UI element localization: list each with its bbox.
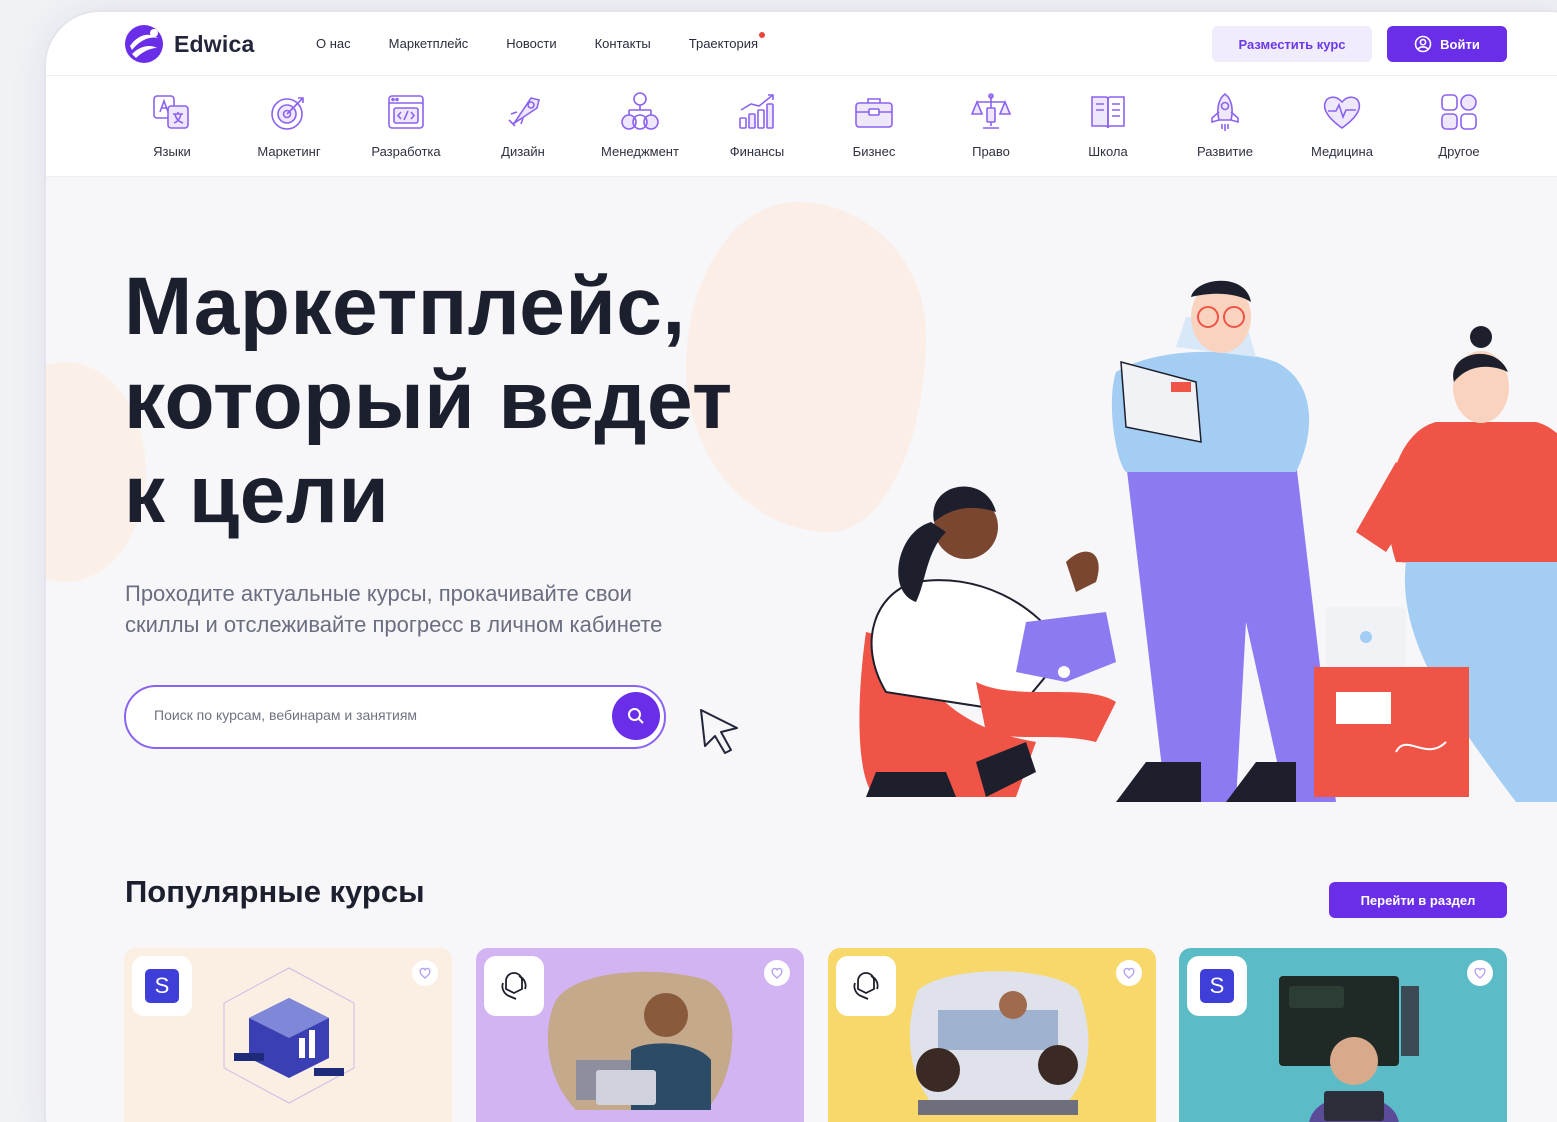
nav-item-about[interactable]: О нас [316, 36, 351, 51]
category-development[interactable]: Разработка [351, 90, 461, 159]
category-label: Маркетинг [257, 144, 321, 159]
heart-icon [419, 967, 431, 979]
rocket-icon [1211, 92, 1239, 131]
category-label: Финансы [729, 144, 785, 159]
login-label: Войти [1440, 36, 1480, 52]
languages-icon [153, 95, 189, 129]
hero-title-line: который ведет [124, 355, 733, 446]
category-medicine[interactable]: Медицина [1287, 90, 1397, 159]
category-label: Менеджмент [601, 144, 679, 159]
category-finance[interactable]: Финансы [702, 90, 812, 159]
category-label: Школа [1088, 144, 1128, 159]
nav-item-contacts[interactable]: Контакты [595, 36, 651, 51]
notification-dot [759, 32, 766, 38]
book-icon [1091, 96, 1125, 129]
hero-subtitle-line: скиллы и отслеживайте прогресс в личном … [125, 612, 663, 637]
course-card[interactable] [476, 948, 804, 1122]
nav-item-trajectory[interactable]: Траектория [688, 32, 766, 51]
search-bar [124, 685, 666, 749]
search-input[interactable] [154, 707, 574, 723]
favorite-button[interactable] [412, 960, 438, 986]
category-label: Медицина [1311, 144, 1373, 159]
category-label: Бизнес [852, 144, 896, 159]
course-image [547, 971, 733, 1110]
grid-icon [1441, 94, 1477, 130]
category-label: Разработка [371, 144, 441, 159]
main-nav: О нас Маркетплейс Новости Контакты Траек… [316, 32, 796, 51]
brand-name: Edwica [174, 30, 255, 57]
heart-pulse-icon [1323, 96, 1361, 129]
hero-illustration [859, 280, 1557, 802]
category-languages[interactable]: Языки [117, 90, 227, 159]
hero-subtitle-line: Проходите актуальные курсы, прокачивайте… [125, 581, 632, 606]
category-development-personal[interactable]: Развитие [1170, 90, 1280, 159]
category-management[interactable]: Менеджмент [585, 90, 695, 159]
provider-badge [836, 956, 896, 1016]
target-icon [271, 97, 304, 130]
category-label: Языки [153, 144, 191, 159]
code-window-icon [388, 95, 424, 129]
search-button[interactable] [612, 692, 660, 740]
course-card[interactable]: S [124, 948, 452, 1122]
heart-icon [1474, 967, 1486, 979]
hero-title: Маркетплейс, который ведет к цели [124, 260, 824, 542]
hero-title-line: к цели [124, 449, 390, 540]
category-law[interactable]: Право [936, 90, 1046, 159]
category-other[interactable]: Другое [1404, 90, 1514, 159]
favorite-button[interactable] [1116, 960, 1142, 986]
scales-icon [970, 93, 1012, 129]
course-card[interactable] [828, 948, 1156, 1122]
site-header: Edwica О нас Маркетплейс Новости Контакт… [46, 12, 1557, 76]
edwica-logo-icon [125, 25, 163, 63]
provider-badge [484, 956, 544, 1016]
category-label: Дизайн [501, 144, 545, 159]
nav-item-trajectory-label: Траектория [688, 36, 759, 51]
cursor-arrow-icon [700, 709, 738, 754]
category-label: Право [972, 144, 1010, 159]
course-image [909, 971, 1089, 1115]
category-label: Другое [1438, 144, 1480, 159]
logo[interactable]: Edwica [124, 24, 254, 64]
course-image [223, 967, 355, 1104]
provider-badge: S [132, 956, 192, 1016]
search-icon [628, 708, 644, 724]
course-card[interactable]: S [1179, 948, 1507, 1122]
heart-icon [1123, 967, 1135, 979]
growth-chart-icon [739, 94, 774, 129]
favorite-button[interactable] [764, 960, 790, 986]
hero-subtitle: Проходите актуальные курсы, прокачивайте… [125, 578, 765, 640]
category-label: Развитие [1197, 144, 1253, 159]
provider-badge: S [1187, 956, 1247, 1016]
category-bar: Языки Маркетинг Разработка Дизайн Менедж… [46, 76, 1557, 177]
nav-item-news[interactable]: Новости [506, 36, 556, 51]
rocket-pen-icon [508, 97, 540, 127]
login-button[interactable]: Войти [1387, 26, 1507, 62]
hero-title-line: Маркетплейс, [124, 261, 686, 352]
category-design[interactable]: Дизайн [468, 90, 578, 159]
browser-frame: Edwica О нас Маркетплейс Новости Контакт… [44, 10, 1557, 1122]
section-title: Популярные курсы [125, 874, 425, 909]
favorite-button[interactable] [1467, 960, 1493, 986]
user-circle-icon [1414, 35, 1432, 53]
category-marketing[interactable]: Маркетинг [234, 90, 344, 159]
go-to-section-button[interactable]: Перейти в раздел [1329, 882, 1507, 918]
briefcase-icon [855, 98, 893, 128]
provider-s-logo: S [145, 969, 179, 1003]
category-school[interactable]: Школа [1053, 90, 1163, 159]
team-icon [621, 92, 659, 130]
provider-s-logo: S [1200, 969, 1234, 1003]
nav-item-marketplace[interactable]: Маркетплейс [389, 36, 469, 51]
category-business[interactable]: Бизнес [819, 90, 929, 159]
place-course-button[interactable]: Разместить курс [1212, 26, 1372, 62]
course-image [1279, 976, 1419, 1122]
openai-logo-icon [501, 972, 527, 1000]
heart-icon [771, 967, 783, 979]
openai-logo-icon [853, 972, 879, 1000]
